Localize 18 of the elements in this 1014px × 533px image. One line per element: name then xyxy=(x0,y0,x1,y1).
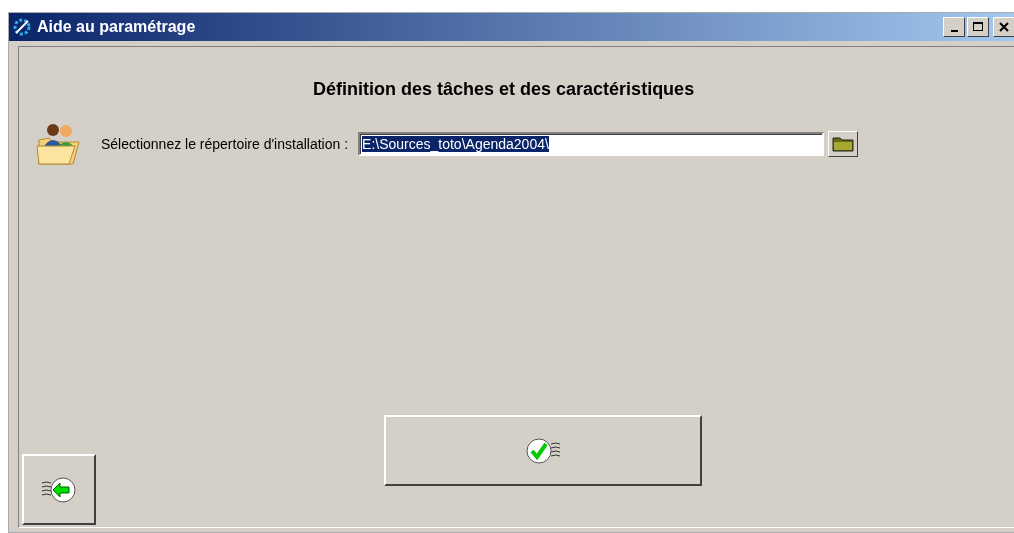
directory-field[interactable]: E:\Sources_toto\Agenda2004\ xyxy=(358,132,825,156)
minimize-button[interactable] xyxy=(943,17,965,37)
close-button[interactable] xyxy=(993,17,1014,37)
confirm-button[interactable] xyxy=(384,415,702,486)
back-button[interactable] xyxy=(22,454,96,525)
window-title: Aide au paramétrage xyxy=(37,18,197,36)
close-icon xyxy=(997,20,1011,34)
folder-icon xyxy=(832,136,855,152)
checkmark-stamp-icon xyxy=(523,435,563,466)
maximize-icon xyxy=(971,20,985,34)
field-label: Sélectionnez le répertoire d'installation : xyxy=(101,136,349,152)
field-value: E:\Sources_toto\Agenda2004\ xyxy=(362,136,549,152)
browse-button[interactable] xyxy=(828,131,859,157)
minimize-icon xyxy=(950,30,958,32)
section-heading: Définition des tâches et des caractéristiques xyxy=(313,79,696,100)
app-icon xyxy=(12,17,32,37)
maximize-button[interactable] xyxy=(967,17,989,37)
arrow-stamp-icon xyxy=(39,474,79,505)
